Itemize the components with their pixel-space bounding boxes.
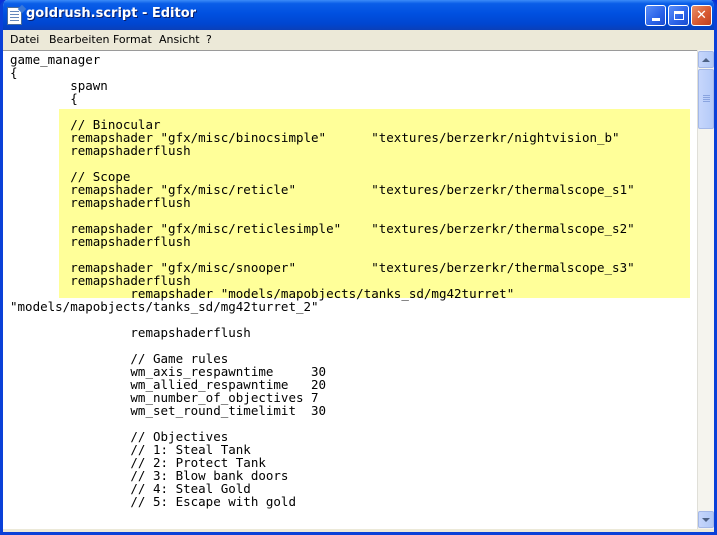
menu-item-format[interactable]: Format — [113, 33, 152, 46]
code-line: game_manager — [10, 52, 101, 67]
chevron-up-icon — [702, 57, 710, 62]
title-bar[interactable]: goldrush.script - Editor ✕ — [3, 0, 714, 30]
code-line: "models/mapobjects/tanks_sd/mg42turret_2… — [10, 299, 319, 314]
vertical-scrollbar[interactable] — [697, 50, 714, 529]
thumb-grip-line — [703, 101, 710, 102]
code-line: wm_set_round_timelimit 30 — [10, 403, 327, 418]
code-line: remapshaderflush — [10, 325, 251, 340]
thumb-grip-line — [703, 97, 710, 98]
menu-item-datei[interactable]: Datei — [10, 33, 39, 46]
chevron-down-icon — [702, 517, 710, 522]
minimize-icon — [651, 18, 660, 21]
maximize-icon — [673, 11, 684, 20]
code-line: spawn — [10, 78, 108, 93]
editor-window: goldrush.script - Editor ✕ Datei Bearbei… — [0, 0, 717, 535]
menu-bar: Datei Bearbeiten Format Ansicht ? — [3, 30, 714, 50]
text-editor-area[interactable]: game_manager{ spawn { // Binocular remap… — [3, 50, 697, 529]
code-line: remapshaderflush — [10, 143, 191, 158]
notepad-icon[interactable] — [7, 7, 22, 25]
menu-item-help[interactable]: ? — [206, 33, 212, 46]
minimize-button[interactable] — [645, 5, 666, 26]
code-line: // 5: Escape with gold — [10, 494, 296, 509]
maximize-button[interactable] — [668, 5, 689, 26]
code-line: { — [10, 91, 78, 106]
menu-item-bearbeiten[interactable]: Bearbeiten — [49, 33, 109, 46]
code-line: remapshaderflush — [10, 195, 191, 210]
scrollbar-thumb[interactable] — [698, 69, 714, 129]
thumb-grip-line — [703, 95, 710, 96]
menu-item-ansicht[interactable]: Ansicht — [159, 33, 200, 46]
code-line: remapshaderflush — [10, 234, 191, 249]
close-button[interactable]: ✕ — [691, 5, 712, 26]
window-title: goldrush.script - Editor — [26, 6, 197, 21]
close-icon: ✕ — [696, 8, 707, 23]
scroll-down-button[interactable] — [698, 511, 714, 528]
editor-text[interactable]: game_manager{ spawn { // Binocular remap… — [10, 53, 635, 508]
thumb-grip-line — [703, 99, 710, 100]
scroll-up-button[interactable] — [698, 51, 714, 68]
